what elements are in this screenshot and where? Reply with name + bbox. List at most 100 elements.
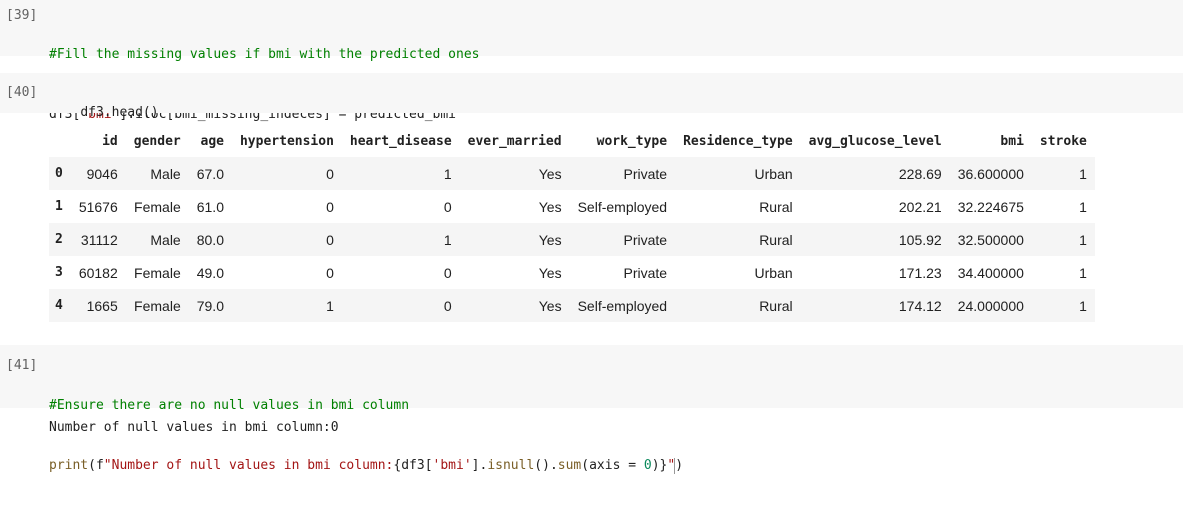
code-token: (f <box>88 458 104 473</box>
table-cell: 228.69 <box>898 165 942 182</box>
table-cell: 31112 <box>80 231 118 248</box>
column-header: ever_married <box>467 133 562 149</box>
table-row: 2 31112 Male 80.0 0 1 Yes Private Rural 105.92 32.… <box>49 223 1095 256</box>
table-cell: 36.600000 <box>957 165 1024 182</box>
code-token: ) <box>675 458 684 473</box>
column-header: heart_disease <box>349 133 452 149</box>
row-index: 2 <box>55 232 63 247</box>
code-string: "Number of null values in bmi column: <box>103 458 394 473</box>
code-function: print <box>49 458 89 473</box>
column-header: hypertension <box>239 133 334 149</box>
table-cell: 60182 <box>78 264 118 281</box>
table-body: 0 9046 Male 67.0 0 1 Yes Private Urban 228.69 36.6… <box>49 157 1095 322</box>
table-cell: Yes <box>538 165 562 182</box>
code-cell-39[interactable]: [39] #Fill the missing values if bmi wit… <box>0 0 1183 122</box>
table-cell: 0 <box>443 264 452 281</box>
table-cell: 1 <box>1079 297 1087 314</box>
cell-output-text: Number of null values in bmi column:0 <box>49 420 339 435</box>
table-cell: 174.12 <box>898 297 942 314</box>
table-cell: 9046 <box>86 165 118 182</box>
code-string: 'bmi' <box>432 458 472 473</box>
table-cell: 1 <box>1079 198 1087 215</box>
column-header: Residence_type <box>683 133 793 149</box>
table-cell: 1 <box>326 297 334 314</box>
table-cell: 0 <box>326 264 334 281</box>
table-cell: Self-employed <box>577 297 668 314</box>
column-header: age <box>200 133 224 149</box>
table-cell: 0 <box>326 198 334 215</box>
index-header <box>49 125 71 157</box>
table-cell: 32.500000 <box>957 231 1024 248</box>
table-cell: Rural <box>759 198 793 215</box>
row-index: 0 <box>55 166 63 181</box>
cell-prompt: [39] <box>6 8 38 23</box>
table-cell: 51676 <box>78 198 118 215</box>
cell-prompt: [41] <box>6 358 38 373</box>
table-cell: 67.0 <box>196 165 224 182</box>
table-cell: Rural <box>759 297 793 314</box>
table-cell: 24.000000 <box>957 297 1024 314</box>
table-row: 4 1665 Female 79.0 1 0 Yes Self-employed Rural 17… <box>49 289 1095 322</box>
table-cell: 0 <box>326 165 334 182</box>
table-cell: 49.0 <box>196 264 224 281</box>
row-index: 1 <box>55 199 63 214</box>
code-editor[interactable]: #Ensure there are no null values in bmi … <box>49 356 683 516</box>
table-cell: 1 <box>1079 264 1087 281</box>
table-cell: Yes <box>538 231 562 248</box>
table-row: 3 60182 Female 49.0 0 0 Yes Private Urban 171.23 3… <box>49 256 1095 289</box>
table-cell: Female <box>134 264 181 281</box>
table-cell: Male <box>150 231 181 248</box>
table-cell: Yes <box>538 264 562 281</box>
column-header: stroke <box>1039 133 1087 149</box>
table-cell: 1 <box>1079 165 1087 182</box>
column-header: avg_glucose_level <box>808 133 942 149</box>
table-cell: 0 <box>326 231 334 248</box>
table-cell: Rural <box>759 231 793 248</box>
cell-prompt: [40] <box>6 85 38 100</box>
row-index: 3 <box>55 265 63 280</box>
code-cell-41[interactable]: [41] #Ensure there are no null values in… <box>0 345 1183 474</box>
table-row: 0 9046 Male 67.0 0 1 Yes Private Urban 228.69 36.6… <box>49 157 1095 190</box>
code-token: )} <box>651 458 668 473</box>
table-cell: Yes <box>538 198 562 215</box>
table-cell: Urban <box>754 165 793 182</box>
column-header: work_type <box>596 133 668 149</box>
table-cell: 1 <box>443 165 452 182</box>
table-cell: Male <box>150 165 181 182</box>
column-header: id <box>102 133 118 149</box>
table-cell: 0 <box>443 198 452 215</box>
code-cell-40[interactable]: [40] df3.head() <box>0 73 1183 120</box>
table-cell: 171.23 <box>898 264 942 281</box>
row-index: 4 <box>55 298 63 313</box>
table-cell: Private <box>623 231 668 248</box>
code-token: df3.head() <box>80 105 159 120</box>
table-cell: 34.400000 <box>957 264 1024 281</box>
table-header-row: id gender age hypertension heart_disease ever… <box>49 125 1095 157</box>
code-comment: #Ensure there are no null values in bmi … <box>49 398 410 413</box>
table-cell: 61.0 <box>196 198 224 215</box>
code-function: isnull <box>487 458 535 473</box>
table-cell: Private <box>623 264 668 281</box>
table-cell: 80.0 <box>196 231 224 248</box>
code-comment: #Fill the missing values if bmi with the… <box>49 47 480 62</box>
table-cell: 1 <box>443 231 452 248</box>
code-token: (axis = <box>581 458 644 473</box>
column-header: gender <box>133 133 181 149</box>
table-cell: 105.92 <box>898 231 942 248</box>
code-token: ]. <box>471 458 488 473</box>
table-cell: 202.21 <box>898 198 942 215</box>
table-cell: Self-employed <box>577 198 668 215</box>
column-header: bmi <box>1000 133 1024 149</box>
code-token: (). <box>534 458 558 473</box>
table-cell: Private <box>623 165 668 182</box>
table-row: 1 51676 Female 61.0 0 0 Yes Self-employed Rural 2… <box>49 190 1095 223</box>
table-cell: 1 <box>1079 231 1087 248</box>
code-function: sum <box>557 458 582 473</box>
table-cell: 32.224675 <box>957 198 1024 215</box>
table-cell: 1665 <box>86 297 118 314</box>
table-cell: Female <box>134 297 181 314</box>
code-number: 0 <box>643 458 652 473</box>
table-cell: Urban <box>754 264 793 281</box>
table-cell: Female <box>134 198 181 215</box>
dataframe-output-table: id gender age hypertension heart_disease ever… <box>49 125 1095 322</box>
